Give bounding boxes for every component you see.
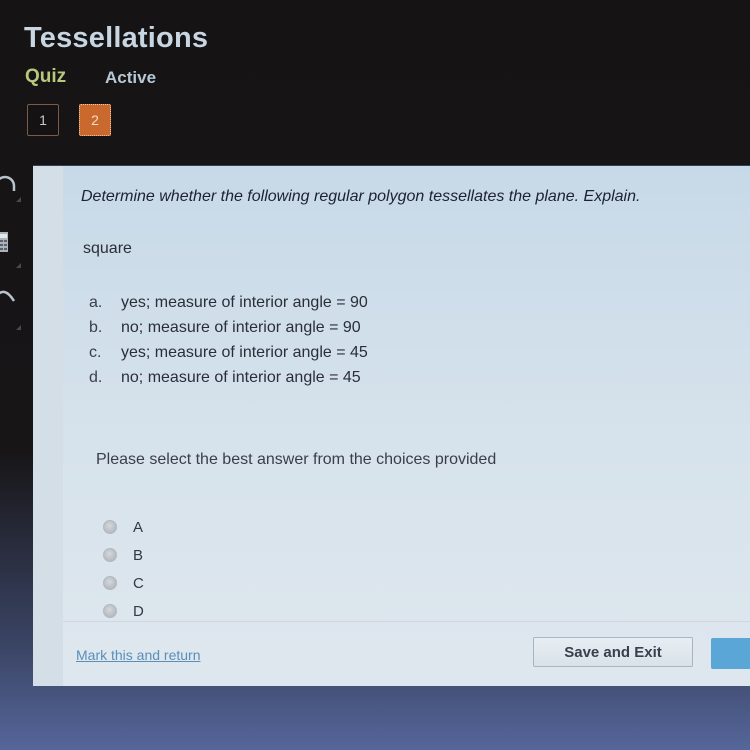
choice-text: yes; measure of interior angle = 45 (121, 344, 368, 361)
save-and-exit-button[interactable]: Save and Exit (533, 637, 693, 667)
choice-item: b. no; measure of interior angle = 90 (89, 315, 368, 340)
question-prompt: Determine whether the following regular … (81, 188, 641, 205)
radio-label[interactable]: B (133, 547, 143, 564)
question-panel: Determine whether the following regular … (33, 165, 750, 686)
radio-button[interactable] (103, 576, 117, 590)
choice-letter: c. (89, 344, 102, 361)
question-2-button[interactable]: 2 (79, 104, 111, 136)
radio-button[interactable] (103, 548, 117, 562)
question-1-button[interactable]: 1 (27, 104, 59, 136)
choice-text: no; measure of interior angle = 45 (121, 369, 361, 386)
sidebar-marker (16, 325, 21, 330)
choice-text: no; measure of interior angle = 90 (121, 319, 361, 336)
sidebar-marker (16, 263, 21, 268)
answer-option-a[interactable]: A (103, 513, 144, 541)
question-navigation: 1 2 (27, 104, 111, 136)
activity-type-label: Quiz (25, 66, 67, 87)
screen: Tessellations Quiz Active 1 2 Determine … (0, 0, 750, 750)
answer-option-c[interactable]: C (103, 569, 144, 597)
radio-label[interactable]: D (133, 603, 144, 620)
choice-item: a. yes; measure of interior angle = 90 (89, 290, 368, 315)
choice-list: a. yes; measure of interior angle = 90 b… (89, 290, 368, 390)
radio-button[interactable] (103, 604, 117, 618)
answer-instruction: Please select the best answer from the c… (96, 451, 497, 468)
choice-text: yes; measure of interior angle = 90 (121, 294, 368, 311)
question-shape: square (83, 240, 132, 257)
answer-option-b[interactable]: B (103, 541, 144, 569)
status-label: Active (105, 68, 157, 87)
footer-divider (63, 621, 750, 622)
radio-label[interactable]: A (133, 519, 143, 536)
answer-radio-group: A B C D (103, 513, 144, 625)
choice-letter: a. (89, 294, 103, 311)
sidebar-marker (16, 197, 21, 202)
graph-icon[interactable] (0, 283, 16, 307)
choice-item: d. no; measure of interior angle = 45 (89, 365, 368, 390)
calculator-icon[interactable] (0, 230, 16, 254)
next-button[interactable] (711, 638, 750, 669)
headphones-icon[interactable] (0, 175, 16, 199)
radio-button[interactable] (103, 520, 117, 534)
radio-label[interactable]: C (133, 575, 144, 592)
choice-letter: b. (89, 319, 103, 336)
mark-and-return-link[interactable]: Mark this and return (76, 647, 201, 663)
question-panel-content: Determine whether the following regular … (63, 166, 750, 686)
choice-item: c. yes; measure of interior angle = 45 (89, 340, 368, 365)
choice-letter: d. (89, 369, 103, 386)
lesson-title: Tessellations (24, 22, 209, 54)
